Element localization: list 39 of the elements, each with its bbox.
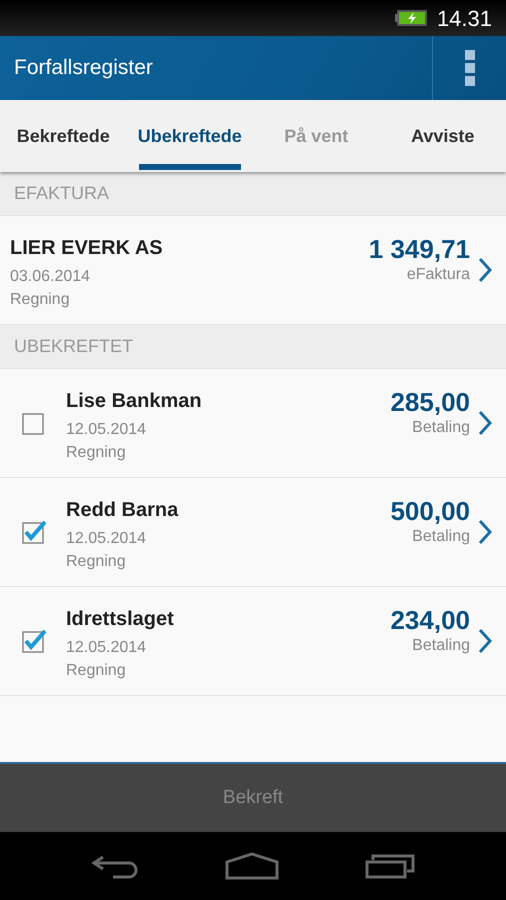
amount: 285,00 (390, 387, 470, 417)
chevron-right-icon (478, 410, 492, 436)
payee-name: Idrettslaget (66, 607, 175, 632)
amount: 234,00 (390, 605, 470, 635)
section-header: UBEKREFTET (0, 325, 506, 369)
chevron-right-icon (478, 628, 492, 654)
clock-time: 14.31 (436, 4, 492, 32)
tab[interactable]: Bekreftede (0, 100, 126, 172)
home-icon[interactable] (225, 852, 279, 880)
payee-name: LIER EVERK AS (10, 236, 164, 261)
checkbox[interactable] (22, 411, 46, 435)
overflow-menu-icon[interactable] (464, 50, 474, 86)
payment-method: Betaling (411, 527, 470, 547)
due-date: 12.05.2014 (66, 638, 148, 658)
recent-apps-icon[interactable] (365, 853, 415, 879)
due-date: 03.06.2014 (10, 267, 92, 287)
payment-method: Betaling (411, 418, 470, 438)
payment-method: eFaktura (406, 265, 470, 285)
bill-type: Regning (66, 443, 127, 463)
checkbox[interactable] (22, 520, 46, 544)
bill-type: Regning (10, 290, 71, 310)
checkbox[interactable] (22, 629, 46, 653)
payment-method: Betaling (411, 636, 470, 656)
chevron-right-icon (478, 519, 492, 545)
battery-charging-icon (394, 9, 429, 27)
payee-name: Lise Bankman (66, 389, 203, 414)
back-icon[interactable] (91, 853, 139, 879)
amount: 500,00 (390, 496, 470, 526)
bill-type: Regning (66, 552, 127, 572)
due-date: 12.05.2014 (66, 529, 148, 549)
payee-name: Redd Barna (66, 498, 180, 523)
tab[interactable]: Ubekreftede (126, 100, 253, 172)
amount: 1 349,71 (368, 234, 470, 264)
section-header: EFAKTURA (0, 172, 506, 216)
bill-type: Regning (66, 661, 127, 681)
chevron-right-icon (478, 257, 492, 283)
tab[interactable]: Avviste (380, 100, 506, 172)
due-date: 12.05.2014 (66, 420, 148, 440)
app-title: Forfallsregister (13, 55, 153, 82)
